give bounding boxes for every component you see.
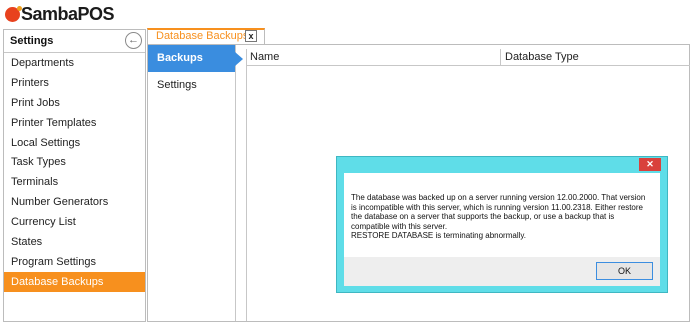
settings-item-departments[interactable]: Departments <box>4 53 145 73</box>
settings-item-printer-templates[interactable]: Printer Templates <box>4 113 145 133</box>
dialog-body: The database was backed up on a server r… <box>344 173 660 286</box>
settings-item-number-generators[interactable]: Number Generators <box>4 192 145 212</box>
settings-item-states[interactable]: States <box>4 232 145 252</box>
app-logo-text: SambaPOS <box>21 3 115 24</box>
settings-item-task-types[interactable]: Task Types <box>4 152 145 172</box>
column-header-name[interactable]: Name <box>247 49 501 65</box>
back-arrow-icon[interactable]: ← <box>125 32 142 49</box>
dialog-message-line: RESTORE DATABASE is terminating abnormal… <box>351 231 527 241</box>
dialog-message: The database was backed up on a server r… <box>344 173 660 257</box>
settings-item-program-settings[interactable]: Program Settings <box>4 252 145 272</box>
app-logo: SambaPOS <box>5 3 115 24</box>
ok-button[interactable]: OK <box>596 262 653 280</box>
dialog-footer: OK <box>344 257 660 286</box>
settings-item-terminals[interactable]: Terminals <box>4 172 145 192</box>
settings-panel-header: Settings ← <box>4 30 145 53</box>
settings-list: Departments Printers Print Jobs Printer … <box>4 53 145 292</box>
nav-item-settings[interactable]: Settings <box>148 72 235 99</box>
error-dialog: ✕ The database was backed up on a server… <box>336 156 668 293</box>
dialog-message-line: compatible with this server. <box>351 221 448 231</box>
backup-nav: Backups Settings <box>148 45 243 321</box>
settings-panel: Settings ← Departments Printers Print Jo… <box>3 29 146 322</box>
top-bar: SambaPOS <box>0 0 690 28</box>
nav-item-backups[interactable]: Backups <box>148 45 243 72</box>
column-header-database-type[interactable]: Database Type <box>501 49 690 65</box>
grid-header: Name Database Type <box>247 49 690 66</box>
settings-item-database-backups[interactable]: Database Backups <box>4 271 145 292</box>
settings-item-currency-list[interactable]: Currency List <box>4 212 145 232</box>
settings-item-local-settings[interactable]: Local Settings <box>4 133 145 153</box>
settings-item-printers[interactable]: Printers <box>4 73 145 93</box>
dialog-message-line: is incompatible with this server, which … <box>351 202 643 212</box>
settings-item-print-jobs[interactable]: Print Jobs <box>4 93 145 113</box>
dialog-message-line: The database was backed up on a server r… <box>351 193 646 202</box>
tab-close-button[interactable]: x <box>245 30 257 42</box>
settings-panel-title: Settings <box>10 35 54 47</box>
dialog-message-line: the database on a server that supports t… <box>351 212 615 222</box>
dialog-close-button[interactable]: ✕ <box>639 158 661 171</box>
sambapos-logo-icon <box>5 5 22 22</box>
